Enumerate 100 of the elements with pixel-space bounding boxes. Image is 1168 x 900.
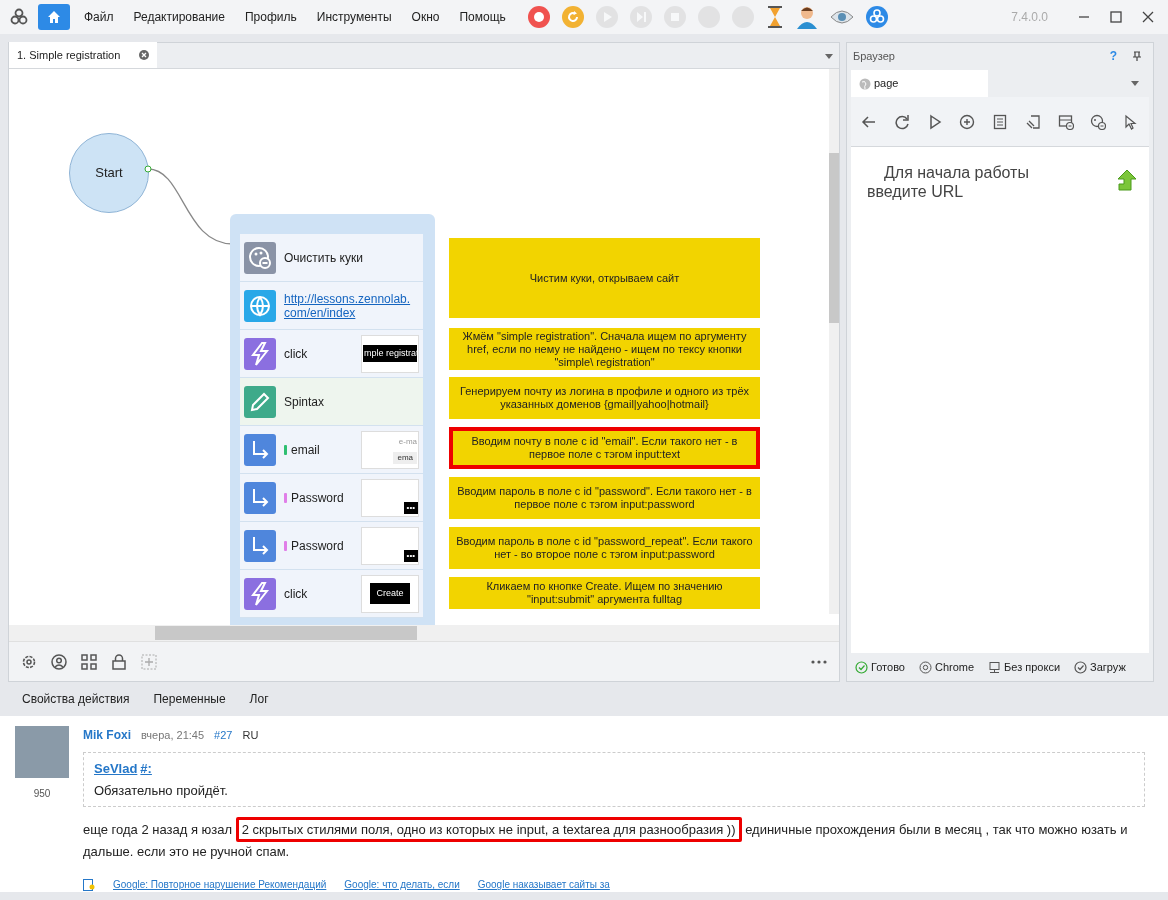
sticky-note: Вводим пароль в поле с id "password_repeat". Если такого нет - во второе поле с тэгом input:password (449, 527, 760, 569)
photo-placeholder (15, 726, 69, 778)
url-link[interactable]: http://lessons.zennolab.com/en/index (284, 291, 416, 320)
action-label: Password (291, 489, 344, 507)
version-label: 7.4.0.0 (1011, 9, 1048, 26)
related-link[interactable]: Google наказывает сайты за (477, 877, 610, 892)
author-link[interactable]: Mik Foxi (83, 726, 131, 744)
globe-icon (244, 289, 276, 322)
menu-item[interactable]: Окно (411, 8, 440, 26)
action-label: click (284, 345, 308, 363)
related-link[interactable]: Google: Повторное нарушение Рекомендаций (113, 877, 327, 892)
settings-icon[interactable] (21, 653, 37, 670)
status-text: Готово (871, 659, 905, 675)
menu-item[interactable]: Инструменты (316, 8, 392, 26)
browser-icon (918, 660, 932, 674)
sticky-note: Вводим почту в поле с id "email". Если такого нет - в первое поле с тэгом input:text (449, 427, 760, 469)
post-number-link[interactable]: #27 (214, 726, 233, 744)
user-icon[interactable] (51, 653, 67, 670)
action-label: click (284, 585, 308, 603)
menu-item[interactable]: Помощь (459, 8, 506, 26)
thumbnail-text: e-ma (398, 435, 417, 448)
refresh-icon[interactable] (893, 113, 910, 130)
panel-title: Браузер (853, 48, 896, 64)
restart-icon[interactable] (561, 6, 584, 28)
action-label: Spintax (284, 393, 325, 411)
grid-icon[interactable] (81, 653, 97, 670)
cursor-icon[interactable] (1123, 113, 1139, 130)
globe-icon (859, 77, 871, 90)
scrollbar-thumb[interactable] (155, 626, 417, 640)
panel-tab[interactable]: Свойства действия (22, 690, 130, 708)
action-row[interactable]: http://lessons.zennolab.com/en/index (240, 282, 423, 330)
action-label: Очистить куки (284, 249, 363, 267)
storage-icon[interactable] (1057, 113, 1074, 130)
lightning-icon (244, 337, 276, 370)
action-label: Password (291, 537, 344, 555)
reputation-score: 950 (33, 787, 51, 801)
hourglass-icon[interactable] (765, 5, 784, 29)
upload-arrow-icon (1117, 169, 1137, 191)
home-button[interactable] (38, 4, 70, 30)
pencil-icon (244, 385, 276, 418)
action-label: email (291, 441, 320, 459)
quote-author-link[interactable]: SeVlad (94, 759, 138, 779)
menu-item[interactable]: Редактирование (133, 8, 225, 26)
lock-icon[interactable] (111, 653, 127, 670)
close-icon[interactable] (1142, 11, 1154, 23)
cookie-icon (244, 241, 276, 274)
monitor-icon (988, 660, 1002, 674)
more-icon[interactable] (811, 659, 827, 664)
check-circle-icon (1074, 660, 1088, 674)
thumbnail-text: mple registrat (363, 344, 417, 363)
check-circle-icon (855, 660, 868, 674)
thumbnail-text: ••• (403, 549, 418, 562)
action-row[interactable]: email e-ma ema (240, 426, 423, 474)
pin-icon[interactable] (1133, 51, 1141, 61)
panel-tab[interactable]: Лог (249, 690, 269, 708)
menu-item[interactable]: Профиль (244, 8, 297, 26)
language-tag: RU (242, 726, 259, 744)
dropdown-arrow-icon[interactable] (825, 54, 833, 59)
record-icon[interactable] (527, 6, 550, 28)
person-icon[interactable] (795, 5, 818, 29)
scrollbar-thumb[interactable] (829, 153, 839, 323)
dropdown-arrow-icon[interactable] (1131, 81, 1139, 86)
back-icon[interactable] (861, 113, 877, 130)
vertical-scrollbar[interactable] (829, 69, 839, 614)
sticky-note: Кликаем по кнопке Create. Ищем по значению "input:submit" аргумента fulltag (449, 577, 760, 609)
document-icon (83, 878, 95, 891)
action-row[interactable]: click mple registrat (240, 330, 423, 378)
sticky-note: Вводим пароль в поле с id "password". Если такого нет - в первое поле с тэгом input:password (449, 477, 760, 519)
app-logo-icon (10, 8, 28, 26)
maximize-icon[interactable] (1110, 11, 1122, 23)
quote-text: Обязательно пройдёт. (94, 781, 229, 800)
empty-page-message: Для начала работы введите URL (867, 163, 1030, 201)
quote-source-link[interactable]: #: (140, 759, 152, 779)
action-row[interactable]: Очистить куки (240, 234, 423, 282)
browser-tab[interactable]: page (851, 70, 988, 97)
close-icon[interactable] (139, 50, 149, 60)
action-row[interactable]: click Create (240, 570, 423, 618)
start-node[interactable]: Start (69, 133, 149, 213)
cookie-icon[interactable] (1090, 113, 1107, 130)
action-row[interactable]: Password ••• (240, 522, 423, 570)
action-row[interactable]: Password ••• (240, 474, 423, 522)
document-icon[interactable] (992, 113, 1008, 130)
eye-icon[interactable] (829, 9, 854, 25)
sticky-note: Жмём "simple registration". Сначала ищем по аргументу href, если по нему не найдено - ищем по тексу кнопки "simple\ registration" (449, 328, 760, 370)
thumbnail-text: Create (370, 582, 410, 605)
menu-item[interactable]: Файл (84, 8, 114, 26)
lightning-icon (244, 577, 276, 610)
post-text: еще года 2 назад я юзал 2 скрытых стилями поля, одно из которых не input, а textarea для разнообразия )) единичные прохождения были в месяц , так что можно юзать и дальше. если это не ручной спам. (83, 819, 1145, 863)
sticky-note: Генерируем почту из логина в профиле и одного из трёх указанных доменов {gmail|yahoo|hotmail} (449, 377, 760, 419)
app-logo-icon[interactable] (865, 6, 888, 28)
thumbnail-text: ••• (403, 501, 418, 514)
sticky-note: Чистим куки, открываем сайт (449, 238, 760, 318)
status-text: Загруж (1090, 659, 1126, 675)
horizontal-scrollbar[interactable] (9, 625, 839, 641)
status-text: Без прокси (1004, 659, 1061, 675)
related-link[interactable]: Google: что делать, если (344, 877, 460, 892)
home-icon (46, 9, 62, 25)
panel-tab[interactable]: Переменные (153, 690, 226, 708)
add-icon[interactable] (959, 113, 976, 130)
project-tab[interactable]: 1. Simple registration (9, 42, 157, 68)
